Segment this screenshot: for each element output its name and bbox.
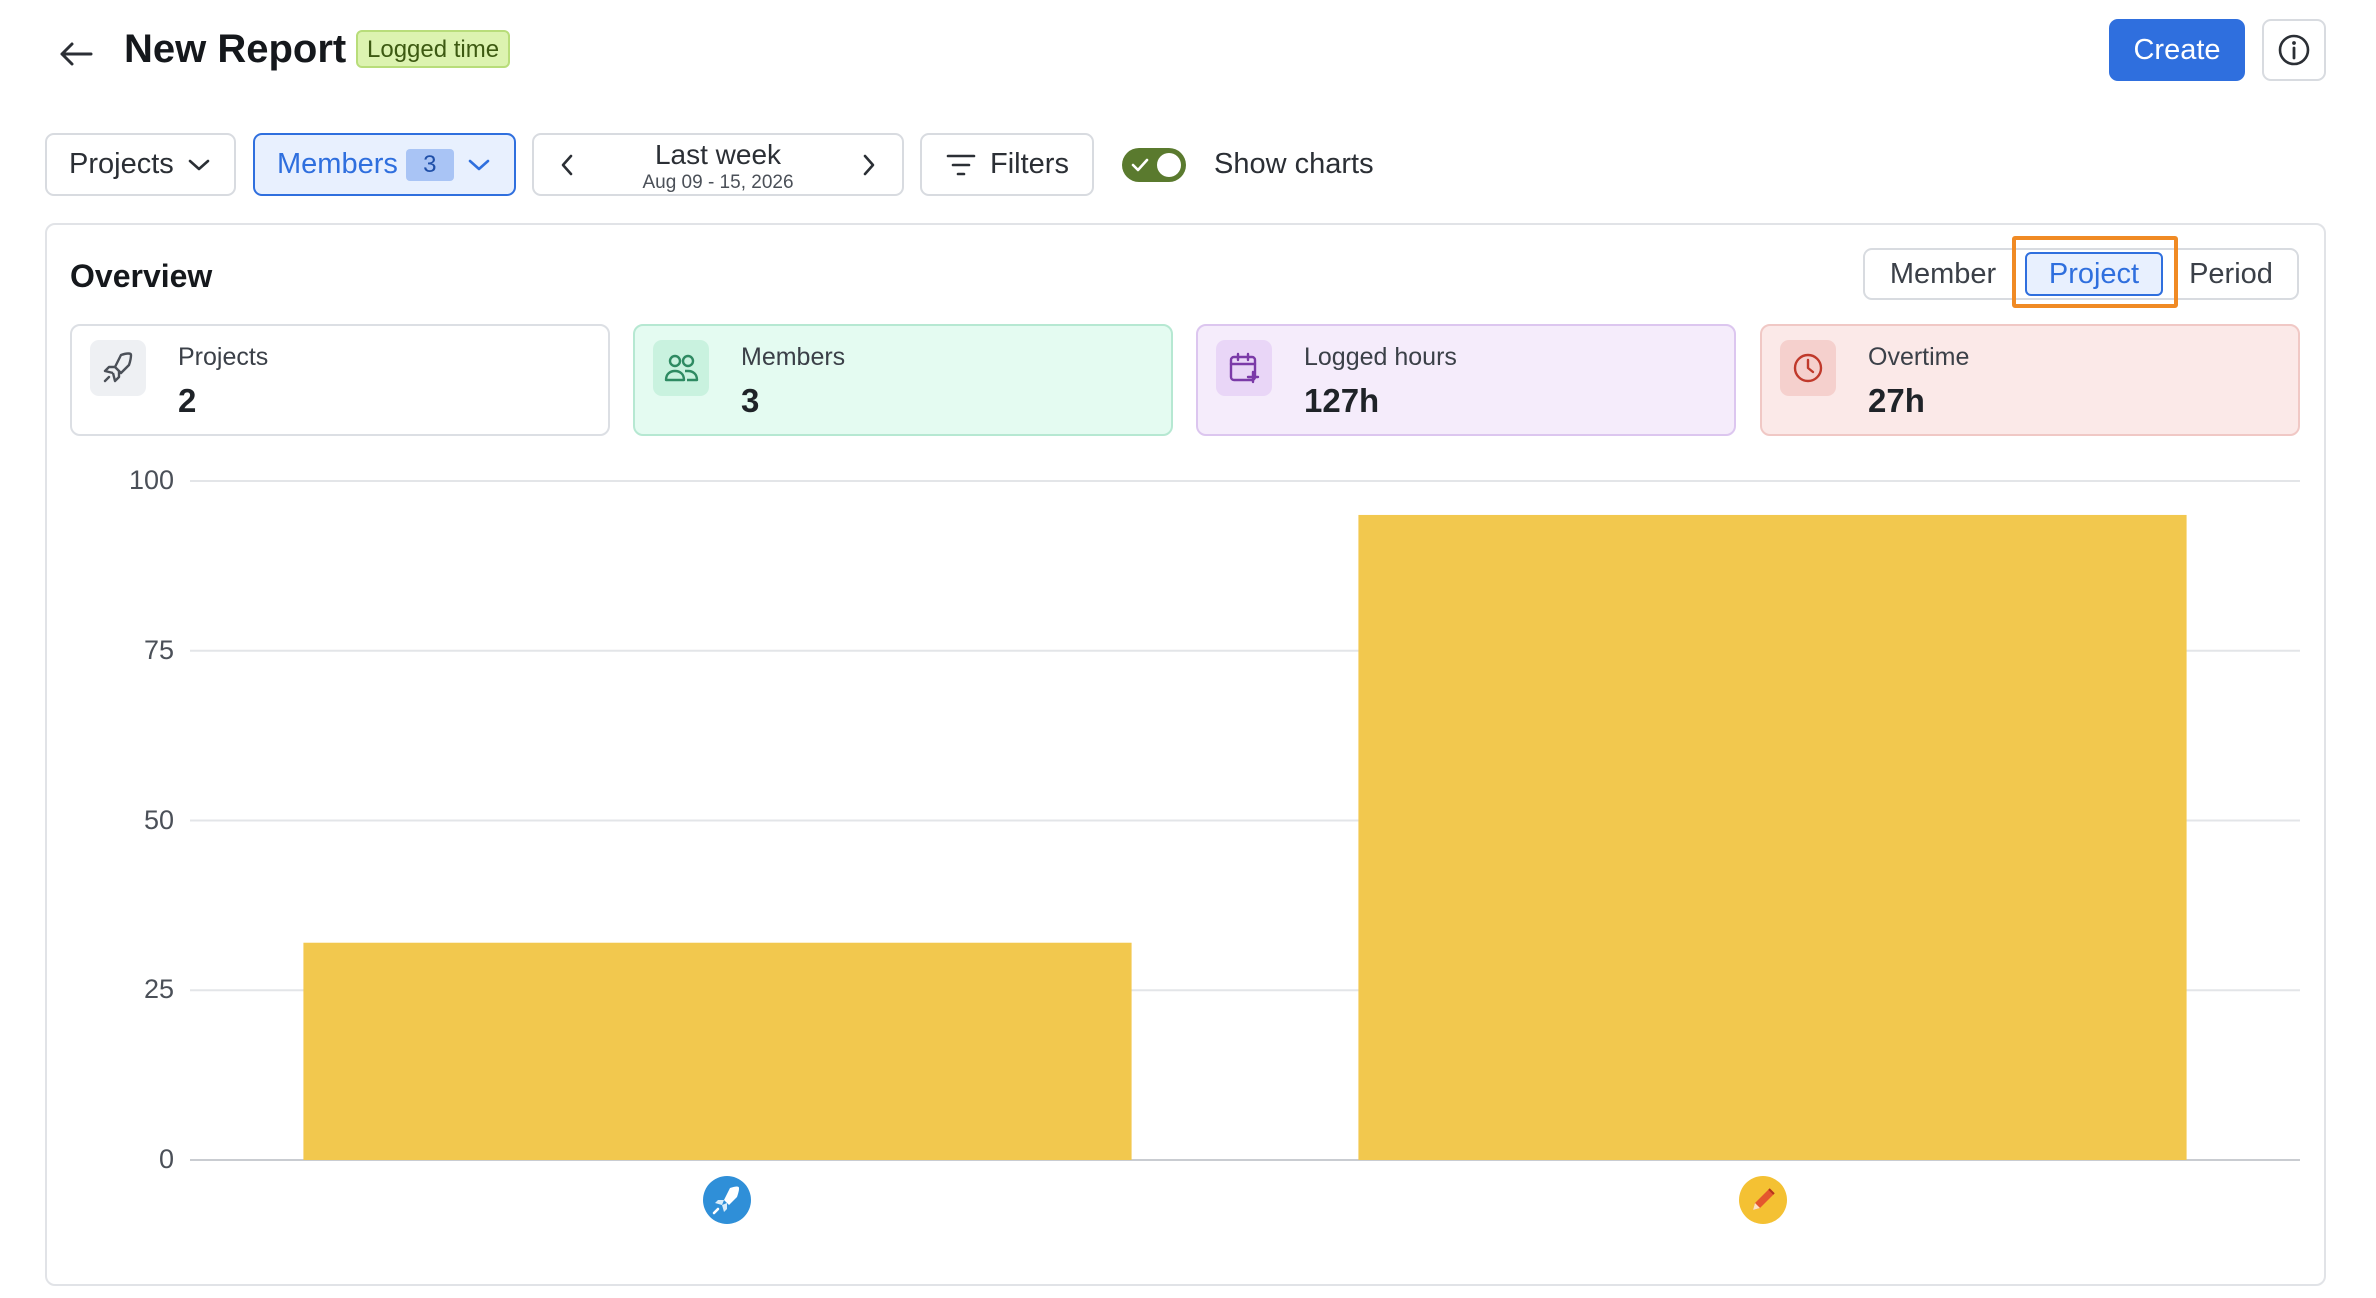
period-label: Last week: [654, 139, 782, 170]
card-value: 127h: [1304, 382, 1380, 419]
summary-card-overtime: Overtime 27h: [1760, 324, 2300, 436]
filters-button[interactable]: Filters: [920, 133, 1094, 196]
pencil-project-icon: [1739, 1176, 1787, 1224]
period-selector: Last week Aug 09 - 15, 2026: [532, 133, 904, 196]
rocket-project-icon: [703, 1176, 751, 1224]
clock-icon: [1791, 351, 1825, 385]
back-arrow-icon[interactable]: [56, 34, 96, 74]
card-label: Logged hours: [1304, 343, 1457, 371]
toggle-knob: [1157, 153, 1181, 177]
members-dropdown[interactable]: Members 3: [253, 133, 516, 196]
group-by-member[interactable]: Member: [1865, 250, 2021, 298]
summary-card-logged-hours: Logged hours 127h: [1196, 324, 1736, 436]
chevron-down-icon: [188, 158, 210, 172]
overview-title: Overview: [70, 258, 213, 294]
check-icon: [1130, 155, 1150, 175]
card-icon-badge: [1216, 340, 1272, 396]
page-title: New Report: [124, 27, 347, 71]
info-button[interactable]: [2262, 19, 2326, 81]
card-icon-badge: [90, 340, 146, 396]
show-charts-label: Show charts: [1214, 148, 1374, 180]
calendar-plus-icon: [1227, 351, 1261, 385]
card-value: 27h: [1868, 382, 1925, 419]
projects-dropdown-label: Projects: [69, 148, 174, 180]
summary-card-members: Members 3: [633, 324, 1173, 436]
card-label: Projects: [178, 343, 269, 371]
rocket-icon: [101, 351, 135, 385]
period-range: Aug 09 - 15, 2026: [642, 172, 794, 193]
report-type-badge: Logged time: [356, 30, 511, 68]
group-by-period[interactable]: Period: [2163, 250, 2299, 298]
project-selection-highlight: [2012, 236, 2178, 308]
card-icon-badge: [653, 340, 709, 396]
create-button[interactable]: Create: [2109, 19, 2245, 81]
card-value: 2: [178, 382, 197, 419]
members-count-badge: 3: [405, 148, 454, 181]
show-charts-toggle[interactable]: [1122, 148, 1186, 182]
summary-card-projects: Projects 2: [70, 324, 610, 436]
next-period-button[interactable]: [856, 151, 882, 179]
card-label: Overtime: [1868, 343, 1970, 371]
chevron-down-icon: [468, 158, 490, 172]
card-label: Members: [741, 343, 846, 371]
card-value: 3: [741, 382, 760, 419]
info-icon: [2277, 33, 2311, 67]
members-dropdown-label: Members: [277, 148, 398, 180]
filter-icon: [946, 153, 976, 177]
filters-label: Filters: [990, 148, 1069, 180]
projects-dropdown[interactable]: Projects: [45, 133, 236, 196]
users-icon: [663, 351, 699, 385]
card-icon-badge: [1780, 340, 1836, 396]
